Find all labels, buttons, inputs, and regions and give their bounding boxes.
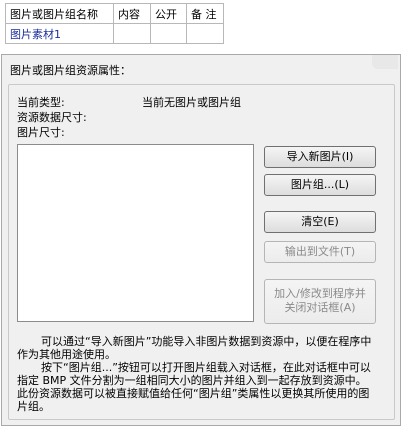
table-header-row: 图片或图片组名称 内容 公开 备 注 — [5, 3, 224, 24]
cell-public[interactable] — [150, 23, 187, 44]
current-type-value: 当前无图片或图片组 — [142, 96, 241, 109]
add-modify-close-button[interactable]: 加入/修改到程序并 关闭对话框(A) — [264, 279, 376, 324]
description-paragraph-2: 按下“图片组...”按钮可以打开图片组载入对话框，在此对话框中可以指定 BMP … — [17, 361, 371, 413]
resource-table: 图片或图片组名称 内容 公开 备 注 图片素材1 — [5, 3, 224, 44]
description-paragraph-1: 可以通过“导入新图片”功能导入非图片数据到资源中，以便在程序中作为其他用途使用。 — [17, 335, 372, 361]
current-type-label: 当前类型: — [17, 96, 65, 109]
cell-name[interactable]: 图片素材1 — [5, 23, 114, 44]
cell-content[interactable] — [113, 23, 151, 44]
corner-decoration — [372, 55, 398, 69]
data-size-label: 资源数据尺寸: — [17, 111, 87, 124]
image-preview-box — [17, 144, 254, 322]
export-to-file-button[interactable]: 输出到文件(T) — [264, 241, 376, 263]
clear-button[interactable]: 清空(E) — [264, 211, 376, 233]
add-modify-line1: 加入/修改到程序并 — [274, 287, 366, 300]
description-text: 可以通过“导入新图片”功能导入非图片数据到资源中，以便在程序中作为其他用途使用。… — [17, 335, 377, 413]
dialog-title: 图片或图片组资源属性： — [10, 64, 131, 77]
image-size-label: 图片尺寸: — [17, 126, 65, 139]
column-header-name[interactable]: 图片或图片组名称 — [5, 3, 114, 24]
column-header-public[interactable]: 公开 — [150, 3, 187, 24]
column-header-remark[interactable]: 备 注 — [186, 3, 224, 24]
cell-remark[interactable] — [186, 23, 224, 44]
add-modify-line2: 关闭对话框(A) — [284, 301, 356, 314]
resource-properties-dialog: 图片或图片组资源属性： 当前类型: 当前无图片或图片组 资源数据尺寸: 图片尺寸… — [1, 54, 401, 426]
import-image-button[interactable]: 导入新图片(I) — [264, 146, 376, 168]
image-group-button[interactable]: 图片组...(L) — [264, 174, 376, 196]
table-row[interactable]: 图片素材1 — [5, 23, 224, 44]
column-header-content[interactable]: 内容 — [113, 3, 151, 24]
